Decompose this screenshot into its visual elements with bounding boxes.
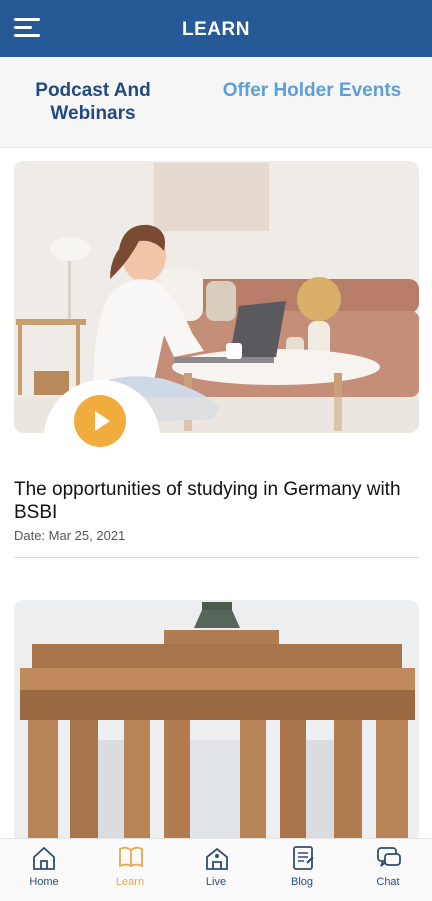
- card-divider: [14, 557, 419, 558]
- chat-icon: [377, 847, 401, 867]
- bottom-navigation: Home Learn Live Blog Chat: [0, 838, 432, 901]
- play-icon[interactable]: [74, 395, 126, 447]
- nav-learn[interactable]: Learn: [87, 839, 173, 901]
- card-date: Date: Mar 25, 2021: [14, 528, 126, 543]
- nav-live[interactable]: Live: [173, 839, 259, 901]
- page-title: LEARN: [182, 19, 250, 40]
- tab-podcast-and-webinars[interactable]: Podcast And Webinars: [18, 79, 168, 125]
- card-title[interactable]: The opportunities of studying in Germany…: [14, 478, 419, 524]
- blog-icon: [293, 846, 314, 870]
- live-icon: [206, 847, 228, 870]
- nav-blog[interactable]: Blog: [259, 839, 345, 901]
- home-icon: [33, 846, 55, 870]
- nav-label-chat: Chat: [376, 876, 400, 888]
- nav-home[interactable]: Home: [1, 839, 87, 901]
- nav-label-live: Live: [205, 876, 227, 888]
- nav-label-learn: Learn: [115, 876, 145, 888]
- nav-label-blog: Blog: [290, 876, 314, 888]
- tab-bar: Podcast And Webinars Offer Holder Events: [0, 57, 432, 148]
- book-icon: [119, 846, 143, 868]
- top-app-bar: LEARN: [0, 0, 432, 57]
- content-list[interactable]: The opportunities of studying in Germany…: [0, 148, 432, 838]
- nav-label-home: Home: [29, 876, 59, 888]
- brandenburg-gate-photo[interactable]: [14, 600, 419, 838]
- nav-chat[interactable]: Chat: [345, 839, 431, 901]
- tab-offer-holder-events[interactable]: Offer Holder Events: [214, 79, 410, 102]
